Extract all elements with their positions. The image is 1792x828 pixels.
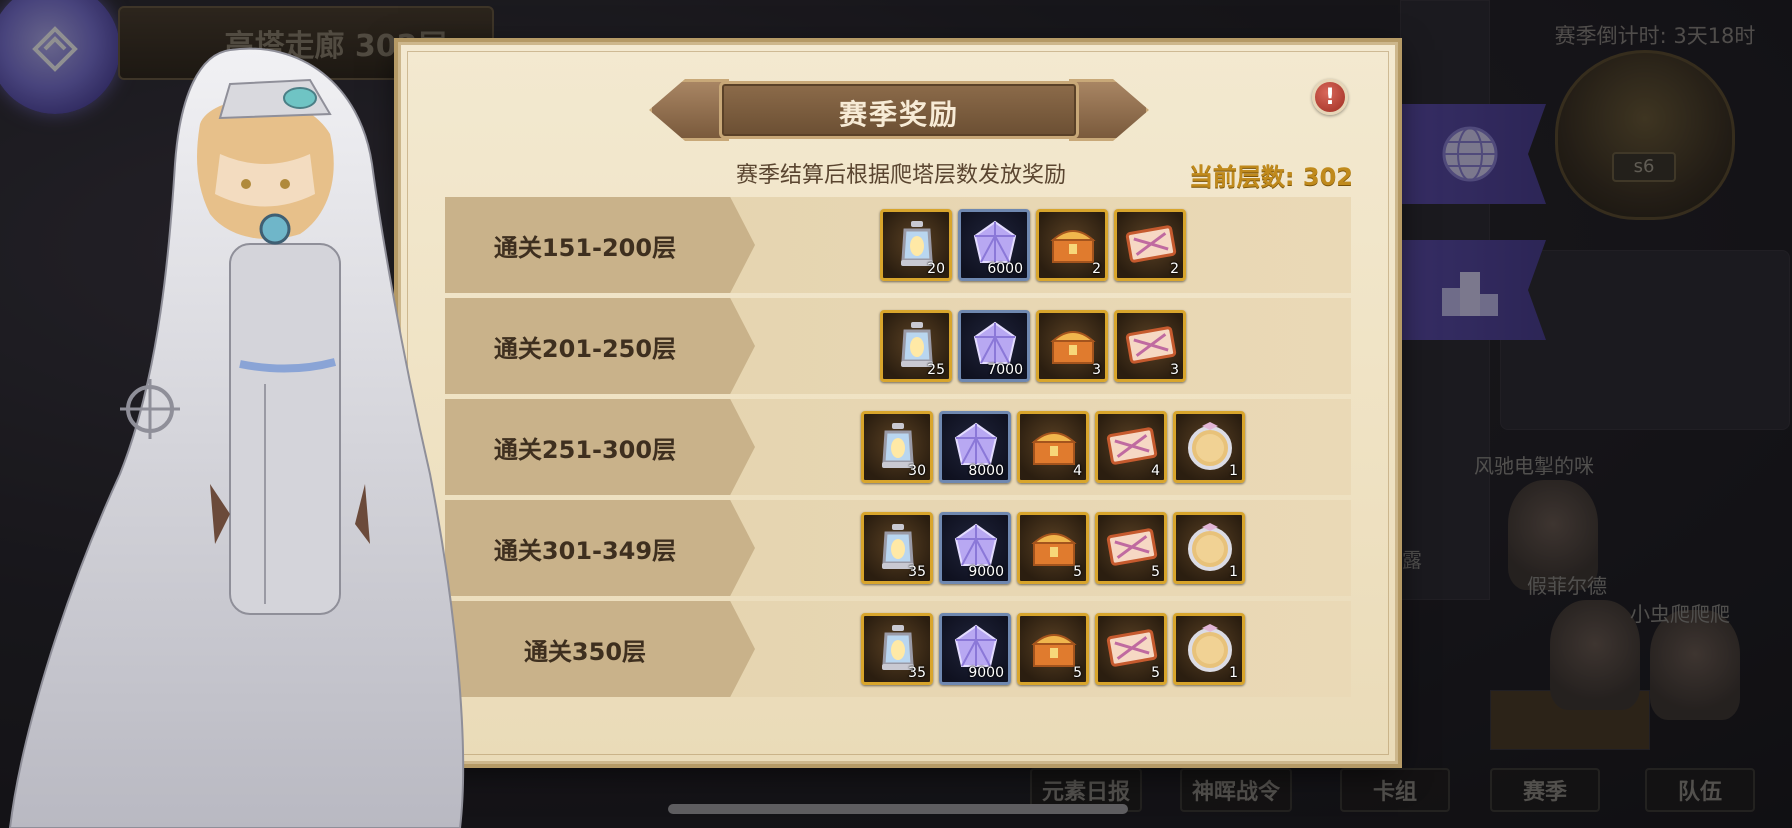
reward-tier-row: 通关251-300层 30 8000 4 4 1 bbox=[445, 399, 1351, 495]
item-quantity: 4 bbox=[1151, 463, 1160, 479]
reward-items: 35 9000 5 5 1 bbox=[861, 613, 1245, 685]
item-quantity: 25 bbox=[927, 362, 945, 378]
tier-label-box: 通关301-349层 bbox=[445, 500, 755, 596]
reward-item-chest[interactable]: 2 bbox=[1036, 209, 1108, 281]
tier-list: 通关151-200层 20 6000 2 2 通关201-250层 25 7000 3 3 通关25… bbox=[445, 197, 1351, 702]
tier-label: 通关350层 bbox=[523, 637, 647, 666]
reward-item-lantern[interactable]: 35 bbox=[861, 613, 933, 685]
item-quantity: 5 bbox=[1151, 564, 1160, 580]
reward-item-lantern[interactable]: 20 bbox=[880, 209, 952, 281]
reward-tier-row: 通关201-250层 25 7000 3 3 bbox=[445, 298, 1351, 394]
item-quantity: 2 bbox=[1092, 261, 1101, 277]
season-reward-panel: 赛季奖励 ! 赛季结算后根据爬塔层数发放奖励 当前层数: 302 通关151-2… bbox=[398, 42, 1398, 764]
item-quantity: 3 bbox=[1092, 362, 1101, 378]
tier-label: 通关301-349层 bbox=[493, 536, 677, 565]
item-quantity: 5 bbox=[1073, 665, 1082, 681]
tier-label-box: 通关201-250层 bbox=[445, 298, 755, 394]
item-quantity: 4 bbox=[1073, 463, 1082, 479]
item-quantity: 7000 bbox=[987, 362, 1023, 378]
reward-item-ticket[interactable]: 4 bbox=[1095, 411, 1167, 483]
current-floor: 当前层数: 302 bbox=[1188, 163, 1353, 191]
reward-item-ticket[interactable]: 5 bbox=[1095, 613, 1167, 685]
reward-item-frame[interactable]: 1 bbox=[1173, 613, 1245, 685]
home-indicator bbox=[668, 804, 1128, 814]
item-quantity: 35 bbox=[908, 665, 926, 681]
reward-item-ticket[interactable]: 3 bbox=[1114, 310, 1186, 382]
tier-label-box: 通关350层 bbox=[445, 601, 755, 697]
reward-item-crystal[interactable]: 7000 bbox=[958, 310, 1030, 382]
reward-items: 20 6000 2 2 bbox=[880, 209, 1186, 281]
tier-label: 通关201-250层 bbox=[493, 334, 677, 363]
item-quantity: 5 bbox=[1073, 564, 1082, 580]
item-quantity: 35 bbox=[908, 564, 926, 580]
item-quantity: 2 bbox=[1170, 261, 1179, 277]
reward-item-chest[interactable]: 5 bbox=[1017, 613, 1089, 685]
item-quantity: 3 bbox=[1170, 362, 1179, 378]
reward-item-crystal[interactable]: 9000 bbox=[939, 613, 1011, 685]
reward-item-crystal[interactable]: 8000 bbox=[939, 411, 1011, 483]
reward-item-crystal[interactable]: 9000 bbox=[939, 512, 1011, 584]
reward-items: 25 7000 3 3 bbox=[880, 310, 1186, 382]
reward-item-frame[interactable]: 1 bbox=[1173, 411, 1245, 483]
exclamation-icon: ! bbox=[1324, 84, 1336, 110]
tier-label-box: 通关251-300层 bbox=[445, 399, 755, 495]
item-quantity: 8000 bbox=[968, 463, 1004, 479]
item-quantity: 9000 bbox=[968, 665, 1004, 681]
reward-item-lantern[interactable]: 25 bbox=[880, 310, 952, 382]
reward-item-lantern[interactable]: 35 bbox=[861, 512, 933, 584]
title-banner: 赛季奖励 bbox=[649, 75, 1149, 145]
reward-items: 30 8000 4 4 1 bbox=[861, 411, 1245, 483]
reward-item-crystal[interactable]: 6000 bbox=[958, 209, 1030, 281]
reward-item-chest[interactable]: 5 bbox=[1017, 512, 1089, 584]
panel-title: 赛季奖励 bbox=[838, 98, 959, 131]
item-quantity: 5 bbox=[1151, 665, 1160, 681]
tier-label-box: 通关151-200层 bbox=[445, 197, 755, 293]
item-quantity: 1 bbox=[1229, 665, 1238, 681]
item-quantity: 1 bbox=[1229, 564, 1238, 580]
reward-tier-row: 通关301-349层 35 9000 5 5 1 bbox=[445, 500, 1351, 596]
reward-items: 35 9000 5 5 1 bbox=[861, 512, 1245, 584]
reward-item-ticket[interactable]: 2 bbox=[1114, 209, 1186, 281]
reward-item-frame[interactable]: 1 bbox=[1173, 512, 1245, 584]
reward-item-chest[interactable]: 3 bbox=[1036, 310, 1108, 382]
reward-item-ticket[interactable]: 5 bbox=[1095, 512, 1167, 584]
tier-label: 通关251-300层 bbox=[493, 435, 677, 464]
tier-label: 通关151-200层 bbox=[493, 233, 677, 262]
reward-tier-row: 通关350层 35 9000 5 5 1 bbox=[445, 601, 1351, 697]
reward-item-lantern[interactable]: 30 bbox=[861, 411, 933, 483]
reward-tier-row: 通关151-200层 20 6000 2 2 bbox=[445, 197, 1351, 293]
item-quantity: 9000 bbox=[968, 564, 1004, 580]
item-quantity: 20 bbox=[927, 261, 945, 277]
item-quantity: 1 bbox=[1229, 463, 1238, 479]
item-quantity: 6000 bbox=[987, 261, 1023, 277]
character-portrait bbox=[8, 47, 465, 828]
info-button[interactable]: ! bbox=[1312, 79, 1348, 115]
item-quantity: 30 bbox=[908, 463, 926, 479]
reward-item-chest[interactable]: 4 bbox=[1017, 411, 1089, 483]
